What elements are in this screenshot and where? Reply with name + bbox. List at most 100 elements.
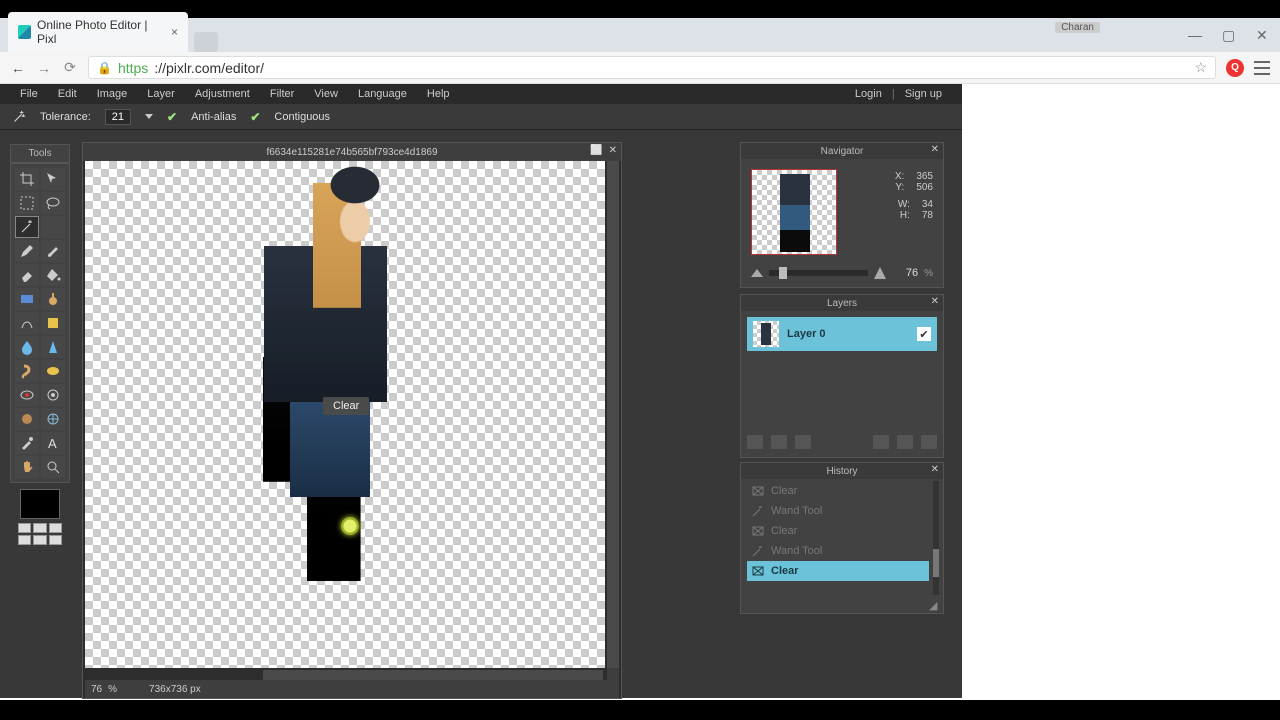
foreground-color[interactable] [20, 489, 60, 519]
cursor-marker [341, 517, 359, 535]
eraser-tool[interactable] [15, 264, 39, 286]
pencil-tool[interactable] [15, 240, 39, 262]
history-item-label: Wand Tool [771, 545, 822, 557]
redeye-tool[interactable] [15, 384, 39, 406]
login-link[interactable]: Login [845, 88, 892, 100]
new-tab-button[interactable] [194, 32, 218, 52]
marquee-tool[interactable] [15, 192, 39, 214]
resize-corner-icon[interactable] [607, 668, 619, 680]
layer-settings-icon[interactable] [747, 435, 763, 449]
brush-tool[interactable] [41, 240, 65, 262]
menu-adjustment[interactable]: Adjustment [185, 88, 260, 100]
minimize-button[interactable]: — [1188, 27, 1202, 41]
navigator-title: Navigator [821, 146, 864, 157]
history-item[interactable]: Wand Tool [747, 501, 929, 521]
zoom-in-icon[interactable] [874, 267, 886, 279]
doc-maximize-icon[interactable]: ⬜ [590, 145, 602, 156]
history-close-icon[interactable]: ✕ [931, 464, 939, 475]
canvas[interactable]: Clear [85, 161, 605, 668]
pinch-tool[interactable] [41, 408, 65, 430]
tolerance-dropdown-icon[interactable] [145, 114, 153, 119]
wand-icon [751, 504, 765, 518]
forward-button[interactable]: → [36, 60, 52, 76]
tab-close-icon[interactable]: × [171, 25, 178, 39]
maximize-button[interactable]: ▢ [1222, 27, 1236, 41]
close-window-button[interactable]: ✕ [1256, 27, 1270, 41]
history-item[interactable]: Clear [747, 521, 929, 541]
clear-icon [751, 524, 765, 538]
history-item[interactable]: Wand Tool [747, 541, 929, 561]
crop-tool[interactable] [15, 168, 39, 190]
clear-icon [751, 484, 765, 498]
clone-tool[interactable] [41, 288, 65, 310]
wand-tool[interactable] [15, 216, 39, 238]
lasso-tool[interactable] [41, 192, 65, 214]
bucket-tool[interactable] [41, 264, 65, 286]
bloat-tool[interactable] [15, 408, 39, 430]
replace-tool[interactable] [15, 312, 39, 334]
pixlr-editor: File Edit Image Layer Adjustment Filter … [0, 84, 962, 698]
draw-tool[interactable] [41, 312, 65, 334]
status-zoom: 76 [91, 684, 102, 695]
document-statusbar: 76 % 736x736 px [85, 680, 619, 698]
layer-mask-icon[interactable] [771, 435, 787, 449]
spot-tool[interactable] [41, 384, 65, 406]
history-item[interactable]: Clear [747, 481, 929, 501]
sharpen-tool[interactable] [41, 336, 65, 358]
url-input[interactable]: 🔒 https://pixlr.com/editor/ ☆ [88, 56, 1216, 79]
zoom-tool[interactable] [41, 456, 65, 478]
sponge-tool[interactable] [41, 360, 65, 382]
menu-help[interactable]: Help [417, 88, 460, 100]
zoom-out-icon[interactable] [751, 269, 763, 277]
history-title: History [826, 466, 857, 477]
swatch-presets[interactable] [10, 523, 70, 545]
history-scrollbar[interactable] [933, 481, 939, 595]
history-resize-icon[interactable]: ◢ [929, 599, 941, 611]
layer-styles-icon[interactable] [795, 435, 811, 449]
extension-icon[interactable]: Q [1226, 59, 1244, 77]
menu-button[interactable] [1254, 61, 1270, 75]
new-layer-icon[interactable] [873, 435, 889, 449]
blur-tool[interactable] [15, 336, 39, 358]
zoom-unit: % [924, 268, 933, 279]
layer-visibility-checkbox[interactable]: ✔ [917, 327, 931, 341]
reload-button[interactable]: ⟳ [62, 60, 78, 76]
type-tool[interactable]: A [41, 432, 65, 454]
gradient-tool[interactable] [15, 288, 39, 310]
picker-tool[interactable] [15, 432, 39, 454]
menu-view[interactable]: View [304, 88, 348, 100]
history-item[interactable]: Clear [747, 561, 929, 581]
move-tool[interactable] [41, 168, 65, 190]
hand-tool[interactable] [15, 456, 39, 478]
status-zoom-unit: % [108, 684, 117, 695]
horizontal-scrollbar[interactable] [263, 670, 603, 680]
history-item-label: Wand Tool [771, 505, 822, 517]
menu-image[interactable]: Image [87, 88, 138, 100]
antialias-checkbox[interactable]: ✔ [167, 110, 177, 124]
signup-link[interactable]: Sign up [895, 88, 952, 100]
doc-close-icon[interactable]: ✕ [609, 145, 617, 156]
vertical-scrollbar[interactable] [607, 161, 619, 668]
layer-row[interactable]: Layer 0 ✔ [747, 317, 937, 351]
bookmark-star-icon[interactable]: ☆ [1194, 59, 1207, 76]
smudge-tool[interactable] [15, 360, 39, 382]
menu-edit[interactable]: Edit [48, 88, 87, 100]
layers-close-icon[interactable]: ✕ [931, 296, 939, 307]
history-item-label: Clear [771, 525, 797, 537]
navigator-panel: Navigator✕ X:365 Y:506 W:34 H:78 76 % [740, 142, 944, 288]
document-title: f6634e115281e74b565bf793ce4d1869 [266, 147, 437, 158]
menu-filter[interactable]: Filter [260, 88, 304, 100]
menu-language[interactable]: Language [348, 88, 417, 100]
delete-layer-icon[interactable] [897, 435, 913, 449]
navigator-close-icon[interactable]: ✕ [931, 144, 939, 155]
zoom-slider[interactable] [769, 270, 868, 276]
back-button[interactable]: ← [10, 60, 26, 76]
tolerance-input[interactable]: 21 [105, 109, 131, 125]
navigator-thumbnail[interactable] [751, 169, 837, 255]
layers-resize-icon[interactable] [921, 435, 937, 449]
menu-layer[interactable]: Layer [137, 88, 185, 100]
contiguous-checkbox[interactable]: ✔ [250, 110, 260, 124]
history-item-label: Clear [771, 485, 797, 497]
browser-tab[interactable]: Online Photo Editor | Pixl × [8, 12, 188, 52]
menu-file[interactable]: File [10, 88, 48, 100]
